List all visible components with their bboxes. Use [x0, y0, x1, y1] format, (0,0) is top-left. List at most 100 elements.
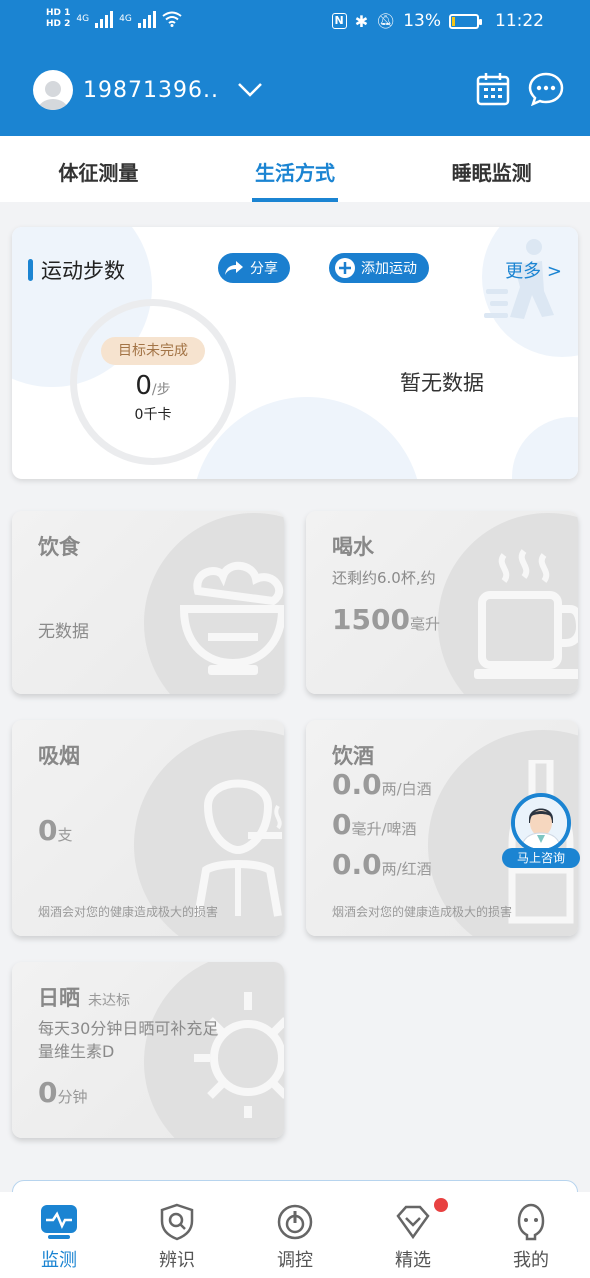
- share-button[interactable]: 分享: [218, 253, 290, 283]
- nav-profile[interactable]: 我的: [472, 1192, 590, 1278]
- diet-card[interactable]: 饮食 无数据: [12, 511, 284, 694]
- consult-label: 马上咨询: [502, 848, 580, 868]
- status-right: N ✱ 🔕︎ 13% 11:22: [331, 11, 544, 31]
- sun-icon: [194, 992, 284, 1118]
- water-amount: 1500毫升: [332, 606, 440, 635]
- profile-icon: [511, 1202, 551, 1242]
- mute-bell-icon: 🔕︎: [376, 12, 396, 30]
- user-name: 19871396..: [83, 77, 219, 103]
- sunlight-unit: 分钟: [57, 1088, 88, 1106]
- sunlight-value: 0: [38, 1076, 58, 1109]
- avatar: [33, 70, 73, 110]
- category-tabs: 体征测量 生活方式 睡眠监测: [0, 136, 590, 202]
- steps-value: 0/步: [70, 371, 236, 401]
- nav-featured-label: 精选: [395, 1250, 431, 1271]
- nav-profile-label: 我的: [513, 1250, 549, 1271]
- clock: 11:22: [495, 11, 544, 31]
- featured-heart-icon: [393, 1202, 433, 1242]
- hd-indicator: HD 1 HD 2: [46, 8, 70, 30]
- network-type-1: 4G: [76, 14, 90, 24]
- liquor-value: 0.0: [332, 768, 382, 801]
- share-label: 分享: [250, 261, 278, 277]
- message-icon[interactable]: [528, 72, 564, 106]
- steps-card[interactable]: 运动步数 分享 添加运动 更多 > 目标未完成 0/步 0千卡 暂无数据: [12, 227, 578, 479]
- steps-no-data: 暂无数据: [400, 371, 484, 395]
- user-switcher[interactable]: 19871396..: [33, 70, 263, 110]
- add-exercise-button[interactable]: 添加运动: [329, 253, 429, 283]
- sunlight-title-text: 日晒: [38, 986, 80, 1010]
- smoking-person-icon: [194, 779, 282, 917]
- smoking-warning: 烟酒会对您的健康造成极大的损害: [38, 905, 219, 919]
- wine-unit: 两/红酒: [381, 860, 432, 878]
- water-value: 1500: [332, 603, 410, 636]
- hd1-label: HD 1: [46, 8, 71, 18]
- nfc-icon: N: [331, 13, 347, 29]
- rice-bowl-icon: [179, 561, 284, 675]
- smoking-value: 0: [38, 814, 58, 847]
- status-bar: HD 1 HD 2 4G 4G N ✱ 🔕︎ 13% 11:22: [0, 0, 590, 44]
- header-actions: [476, 72, 564, 106]
- alcohol-row-beer: 0毫升/啤酒: [332, 811, 417, 840]
- signal-icon: [137, 10, 156, 28]
- sunlight-desc-1: 每天30分钟日晒可补充足: [38, 1019, 219, 1038]
- beer-unit: 毫升/啤酒: [351, 820, 417, 838]
- steps-number: 0: [135, 371, 152, 401]
- sunlight-card[interactable]: 日晒 未达标 每天30分钟日晒可补充足 量维生素D 0分钟: [12, 962, 284, 1138]
- nav-identify[interactable]: 辨识: [118, 1192, 236, 1278]
- steps-unit: /步: [151, 382, 171, 398]
- nav-regulate[interactable]: 调控: [236, 1192, 354, 1278]
- sunlight-status: 未达标: [88, 993, 130, 1009]
- liquor-unit: 两/白酒: [381, 780, 432, 798]
- consult-now-button[interactable]: 马上咨询: [502, 793, 580, 869]
- smoking-title: 吸烟: [38, 744, 80, 768]
- nav-monitor-label: 监测: [41, 1250, 77, 1271]
- decor-circle: [512, 417, 578, 479]
- hd2-label: HD 2: [46, 19, 71, 29]
- chevron-down-icon: [238, 83, 262, 97]
- status-left: HD 1 HD 2 4G 4G: [46, 8, 182, 30]
- alcohol-row-wine: 0.0两/红酒: [332, 851, 432, 880]
- steps-title: 运动步数: [28, 255, 125, 285]
- more-link[interactable]: 更多 >: [505, 257, 562, 283]
- water-title: 喝水: [332, 535, 374, 559]
- smoking-amount: 0支: [38, 817, 73, 846]
- tab-vital-signs[interactable]: 体征测量: [0, 136, 197, 202]
- smoking-unit: 支: [57, 826, 73, 844]
- diet-title: 饮食: [38, 535, 80, 559]
- notification-badge: [434, 1198, 448, 1212]
- beer-value: 0: [332, 808, 352, 841]
- diet-value: 无数据: [38, 622, 89, 642]
- battery-percent: 13%: [403, 11, 441, 31]
- steps-title-text: 运动步数: [41, 259, 125, 283]
- tab-sleep[interactable]: 睡眠监测: [393, 136, 590, 202]
- avatar-person-icon: [38, 81, 68, 110]
- nav-monitor[interactable]: 监测: [0, 1192, 118, 1278]
- wifi-icon: [162, 11, 182, 27]
- water-remaining: 还剩约6.0杯,约: [332, 569, 436, 587]
- share-arrow-icon: [224, 258, 244, 278]
- regulate-icon: [275, 1202, 315, 1242]
- goal-status-badge: 目标未完成: [101, 337, 205, 365]
- sunlight-desc-2: 量维生素D: [38, 1042, 115, 1061]
- sunlight-title: 日晒 未达标: [38, 982, 130, 1012]
- wine-value: 0.0: [332, 848, 382, 881]
- calendar-icon[interactable]: [476, 72, 510, 106]
- coffee-cup-icon: [474, 549, 578, 679]
- plus-icon: [335, 258, 355, 278]
- water-card[interactable]: 喝水 还剩约6.0杯,约 1500毫升: [306, 511, 578, 694]
- smoking-card[interactable]: 吸烟 0支 烟酒会对您的健康造成极大的损害: [12, 720, 284, 936]
- nav-regulate-label: 调控: [277, 1250, 313, 1271]
- tab-lifestyle[interactable]: 生活方式: [197, 136, 394, 202]
- identify-shield-icon: [157, 1202, 197, 1242]
- nav-identify-label: 辨识: [159, 1250, 195, 1271]
- network-type-2: 4G: [119, 14, 132, 24]
- alcohol-row-liquor: 0.0两/白酒: [332, 771, 432, 800]
- doctor-avatar-icon: [511, 793, 571, 853]
- alcohol-title: 饮酒: [332, 744, 374, 768]
- sunlight-amount: 0分钟: [38, 1079, 88, 1108]
- monitor-icon: [39, 1202, 79, 1242]
- signal-icon: [95, 10, 114, 28]
- water-unit: 毫升: [409, 615, 440, 633]
- nav-featured[interactable]: 精选: [354, 1192, 472, 1278]
- alcohol-warning: 烟酒会对您的健康造成极大的损害: [332, 905, 513, 919]
